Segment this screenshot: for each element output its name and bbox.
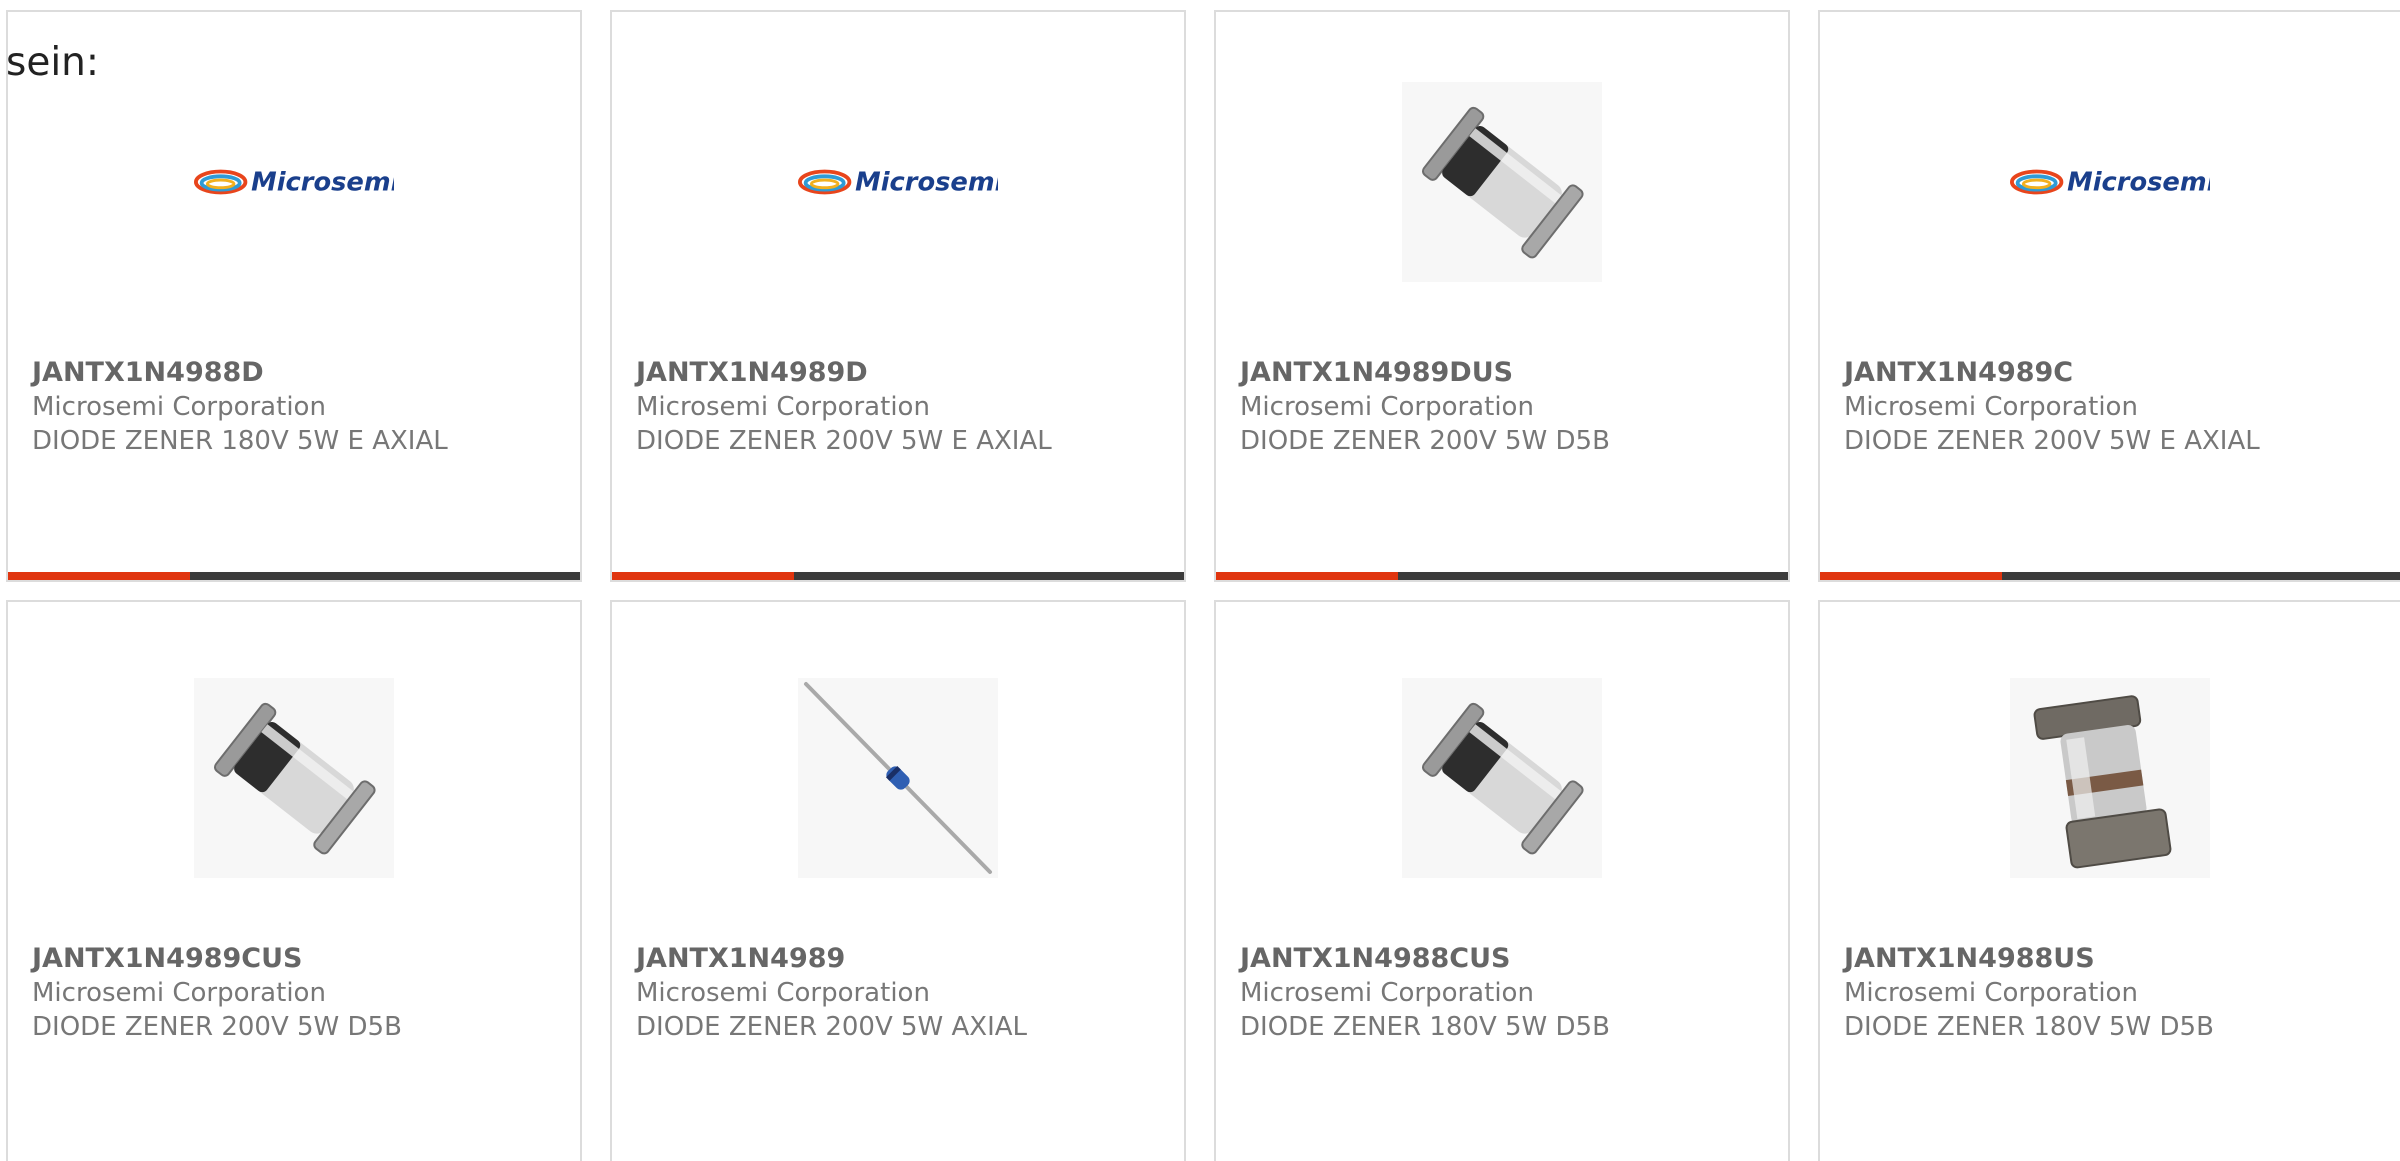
accent-bar bbox=[1820, 572, 2400, 580]
microsemi-logo-image: Microsemi bbox=[2010, 82, 2210, 282]
product-info: JANTX1N4989C Microsemi Corporation DIODE… bbox=[1844, 356, 2384, 458]
microsemi-logo-image: Microsemi bbox=[798, 82, 998, 282]
d5b-package-image bbox=[1402, 678, 1602, 878]
description: DIODE ZENER 200V 5W AXIAL bbox=[636, 1012, 1028, 1042]
d5b-package-image bbox=[1402, 82, 1602, 282]
part-number[interactable]: JANTX1N4988D bbox=[32, 356, 564, 390]
microsemi-swirl-icon bbox=[2010, 169, 2064, 195]
product-card[interactable]: Microsemi JANTX1N4989D Microsemi Corpora… bbox=[610, 10, 1186, 582]
manufacturer: Microsemi Corporation bbox=[636, 978, 930, 1008]
manufacturer: Microsemi Corporation bbox=[1240, 978, 1534, 1008]
manufacturer: Microsemi Corporation bbox=[1240, 392, 1534, 422]
product-card[interactable]: JANTX1N4988CUS Microsemi Corporation DIO… bbox=[1214, 600, 1790, 1161]
part-number[interactable]: JANTX1N4989D bbox=[636, 356, 1168, 390]
manufacturer: Microsemi Corporation bbox=[32, 978, 326, 1008]
product-card[interactable]: Microsemi JANTX1N4989C Microsemi Corpora… bbox=[1818, 10, 2400, 582]
product-card[interactable]: JANTX1N4989DUS Microsemi Corporation DIO… bbox=[1214, 10, 1790, 582]
product-info: JANTX1N4989 Microsemi Corporation DIODE … bbox=[636, 942, 1168, 1044]
description: DIODE ZENER 200V 5W D5B bbox=[32, 1012, 402, 1042]
microsemi-logo-text: Microsemi bbox=[855, 168, 998, 198]
part-number[interactable]: JANTX1N4989C bbox=[1844, 356, 2384, 390]
intro-text: sein: bbox=[6, 40, 100, 85]
product-info: JANTX1N4989CUS Microsemi Corporation DIO… bbox=[32, 942, 564, 1044]
product-info: JANTX1N4988US Microsemi Corporation DIOD… bbox=[1844, 942, 2384, 1044]
microsemi-logo-text: Microsemi bbox=[2067, 168, 2210, 198]
microsemi-logo-text: Microsemi bbox=[251, 168, 394, 198]
microsemi-swirl-icon bbox=[798, 169, 852, 195]
product-card[interactable]: Microsemi JANTX1N4988D Microsemi Corpora… bbox=[6, 10, 582, 582]
manufacturer: Microsemi Corporation bbox=[636, 392, 930, 422]
d5b-package-image bbox=[194, 678, 394, 878]
product-card[interactable]: JANTX1N4989 Microsemi Corporation DIODE … bbox=[610, 600, 1186, 1161]
accent-bar bbox=[1216, 572, 1788, 580]
microsemi-logo-image: Microsemi bbox=[194, 82, 394, 282]
product-card[interactable]: JANTX1N4988US Microsemi Corporation DIOD… bbox=[1818, 600, 2400, 1161]
manufacturer: Microsemi Corporation bbox=[1844, 392, 2138, 422]
product-info: JANTX1N4989DUS Microsemi Corporation DIO… bbox=[1240, 356, 1772, 458]
description: DIODE ZENER 180V 5W E AXIAL bbox=[32, 426, 448, 456]
product-info: JANTX1N4988D Microsemi Corporation DIODE… bbox=[32, 356, 564, 458]
manufacturer: Microsemi Corporation bbox=[1844, 978, 2138, 1008]
part-number[interactable]: JANTX1N4988CUS bbox=[1240, 942, 1772, 976]
manufacturer: Microsemi Corporation bbox=[32, 392, 326, 422]
accent-bar bbox=[612, 572, 1184, 580]
part-number[interactable]: JANTX1N4989 bbox=[636, 942, 1168, 976]
description: DIODE ZENER 200V 5W E AXIAL bbox=[1844, 426, 2260, 456]
product-info: JANTX1N4989D Microsemi Corporation DIODE… bbox=[636, 356, 1168, 458]
product-info: JANTX1N4988CUS Microsemi Corporation DIO… bbox=[1240, 942, 1772, 1044]
description: DIODE ZENER 180V 5W D5B bbox=[1844, 1012, 2214, 1042]
description: DIODE ZENER 200V 5W E AXIAL bbox=[636, 426, 1052, 456]
square-package-image bbox=[2010, 678, 2210, 878]
axial-diode-image bbox=[798, 678, 998, 878]
accent-bar bbox=[8, 572, 580, 580]
microsemi-swirl-icon bbox=[194, 169, 248, 195]
description: DIODE ZENER 180V 5W D5B bbox=[1240, 1012, 1610, 1042]
part-number[interactable]: JANTX1N4989DUS bbox=[1240, 356, 1772, 390]
product-card[interactable]: JANTX1N4989CUS Microsemi Corporation DIO… bbox=[6, 600, 582, 1161]
part-number[interactable]: JANTX1N4988US bbox=[1844, 942, 2384, 976]
description: DIODE ZENER 200V 5W D5B bbox=[1240, 426, 1610, 456]
product-grid-page: sein: Microsemi JANTX1N4988D Microsemi C… bbox=[0, 0, 2400, 1161]
part-number[interactable]: JANTX1N4989CUS bbox=[32, 942, 564, 976]
